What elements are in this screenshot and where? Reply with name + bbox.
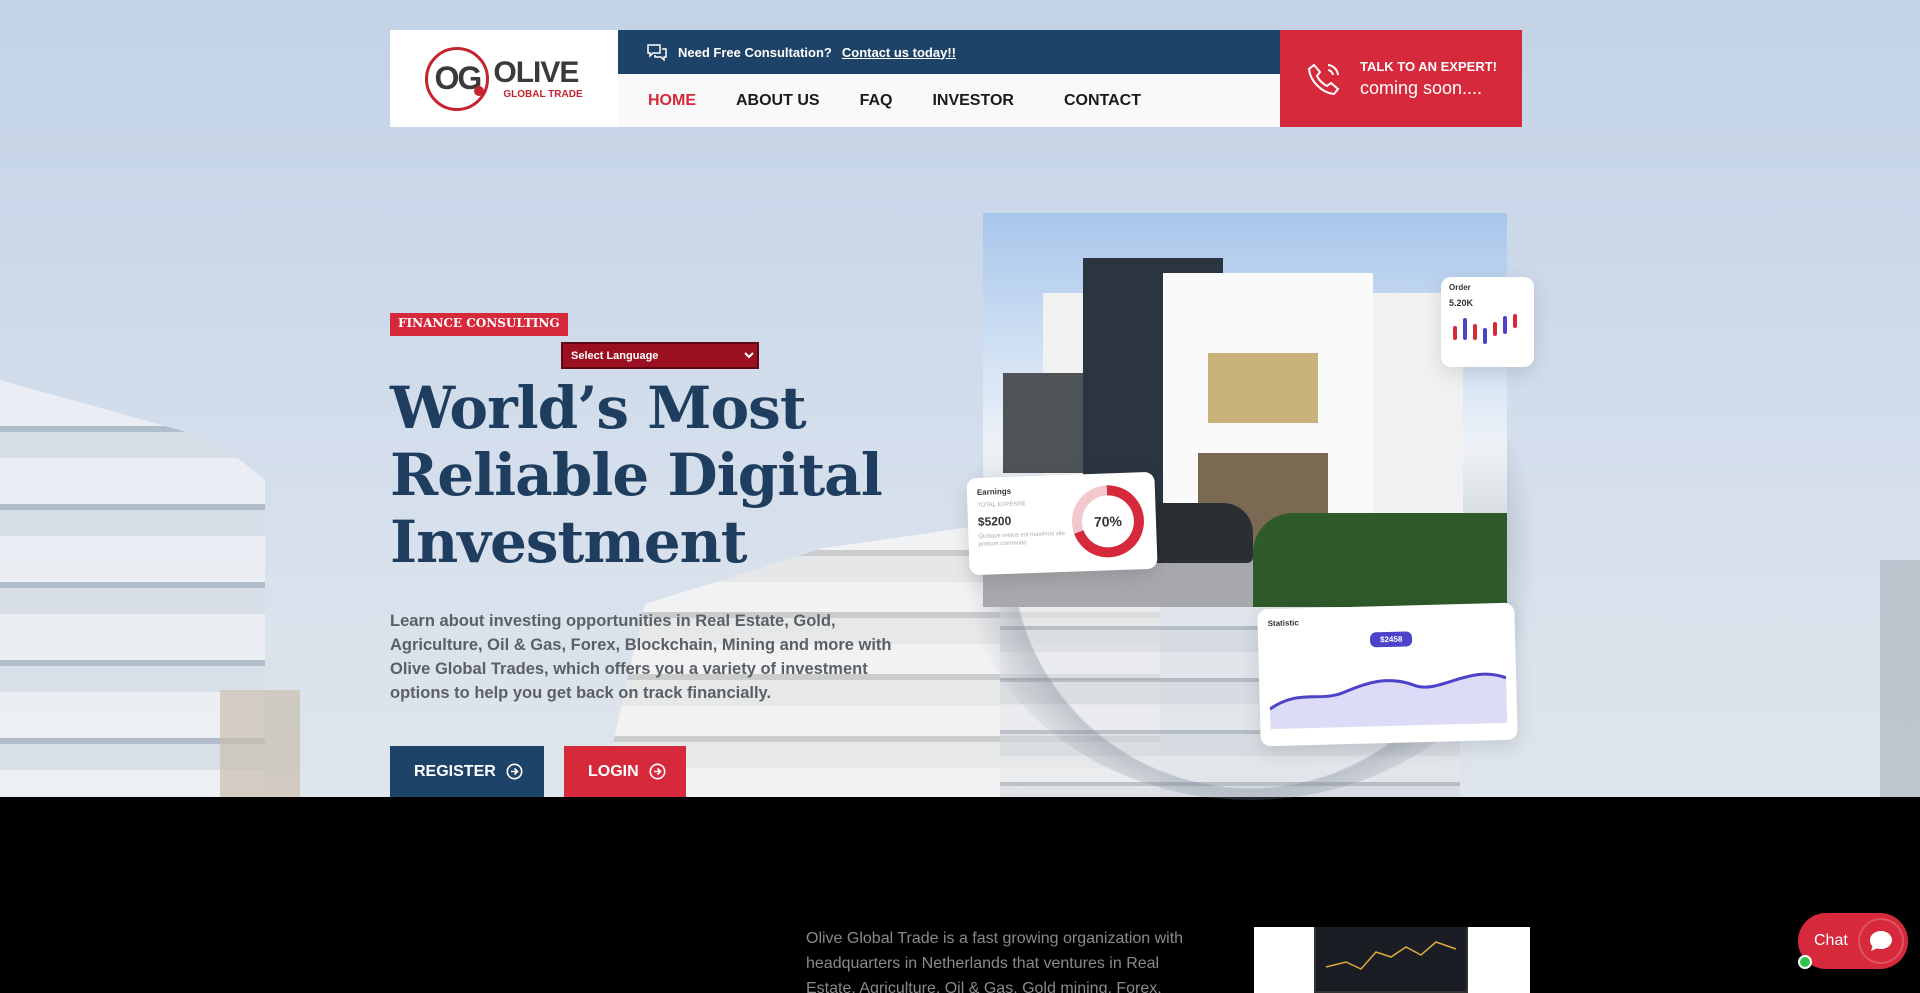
menu-home[interactable]: HOME [648, 92, 696, 110]
logo-subtitle: GLOBAL TRADE [503, 88, 583, 100]
language-select[interactable]: Select Language [561, 342, 759, 369]
online-status-dot [1798, 955, 1812, 969]
cta-title: TALK TO AN EXPERT! [1360, 58, 1497, 74]
logo-link[interactable]: OG OLIVE GLOBAL TRADE [390, 30, 618, 127]
contact-us-link[interactable]: Contact us today!! [842, 45, 956, 60]
background-building [1880, 560, 1920, 797]
earnings-percent: 70% [1081, 494, 1135, 549]
earnings-note: Quisque metus est maximus vite pretium c… [978, 530, 1066, 548]
laptop-trading-screen [1314, 927, 1468, 993]
cta-status: coming soon.... [1360, 77, 1483, 98]
login-button[interactable]: LOGIN [564, 746, 686, 797]
register-button[interactable]: REGISTER [390, 746, 544, 797]
register-label: REGISTER [414, 762, 496, 780]
hero-description: Learn about investing opportunities in R… [390, 612, 892, 702]
menu-contact[interactable]: CONTACT [1064, 92, 1141, 110]
house-hedge [1253, 513, 1507, 607]
earnings-card: Earnings TOTAL EXPENSE $5200 Quisque met… [966, 471, 1158, 576]
main-menu: HOME ABOUT US FAQ INVESTOR CONTACT [618, 74, 1280, 127]
consultation-bar: Need Free Consultation? Contact us today… [618, 30, 1280, 74]
statistic-card: Statistic $2458 [1257, 602, 1518, 747]
arrow-circle-icon [506, 763, 523, 780]
consultation-text: Need Free Consultation? [678, 44, 832, 60]
nav-column: Need Free Consultation? Contact us today… [618, 30, 1280, 127]
about-description: Olive Global Trade is a fast growing org… [806, 930, 1184, 993]
order-value: 5.20K [1449, 298, 1474, 308]
menu-about-us[interactable]: ABOUT US [736, 92, 820, 110]
order-candles [1453, 314, 1517, 344]
chat-icon [646, 43, 668, 62]
hero-headline: World’s Most Reliable Digital Investment [390, 374, 883, 576]
house-window [1003, 373, 1083, 473]
phone-icon [1304, 59, 1344, 99]
logo-mark: OG [425, 46, 490, 111]
site-header: OG OLIVE GLOBAL TRADE Need Free Consulta… [390, 30, 1522, 127]
talk-to-expert-box[interactable]: TALK TO AN EXPERT! coming soon.... [1280, 30, 1522, 127]
chat-widget-button[interactable]: Chat [1798, 913, 1908, 969]
chat-label: Chat [1814, 932, 1848, 949]
background-building [220, 690, 300, 797]
arrow-circle-icon [649, 763, 666, 780]
order-title: Order [1449, 283, 1471, 292]
menu-faq[interactable]: FAQ [860, 92, 893, 110]
statistic-title: Statistic [1267, 618, 1299, 629]
login-label: LOGIN [588, 762, 639, 780]
menu-investor[interactable]: INVESTOR [932, 92, 1014, 110]
logo-word: OLIVE [493, 55, 579, 89]
earnings-donut: 70% [1070, 484, 1146, 559]
speech-bubble-icon [1860, 920, 1902, 962]
house-window [1208, 353, 1318, 423]
order-card: Order 5.20K [1441, 277, 1534, 367]
statistic-area-chart [1269, 672, 1508, 730]
about-image [1254, 927, 1530, 993]
logo: OG OLIVE GLOBAL TRADE [425, 46, 583, 111]
finance-consulting-badge: FINANCE CONSULTING [390, 313, 568, 336]
